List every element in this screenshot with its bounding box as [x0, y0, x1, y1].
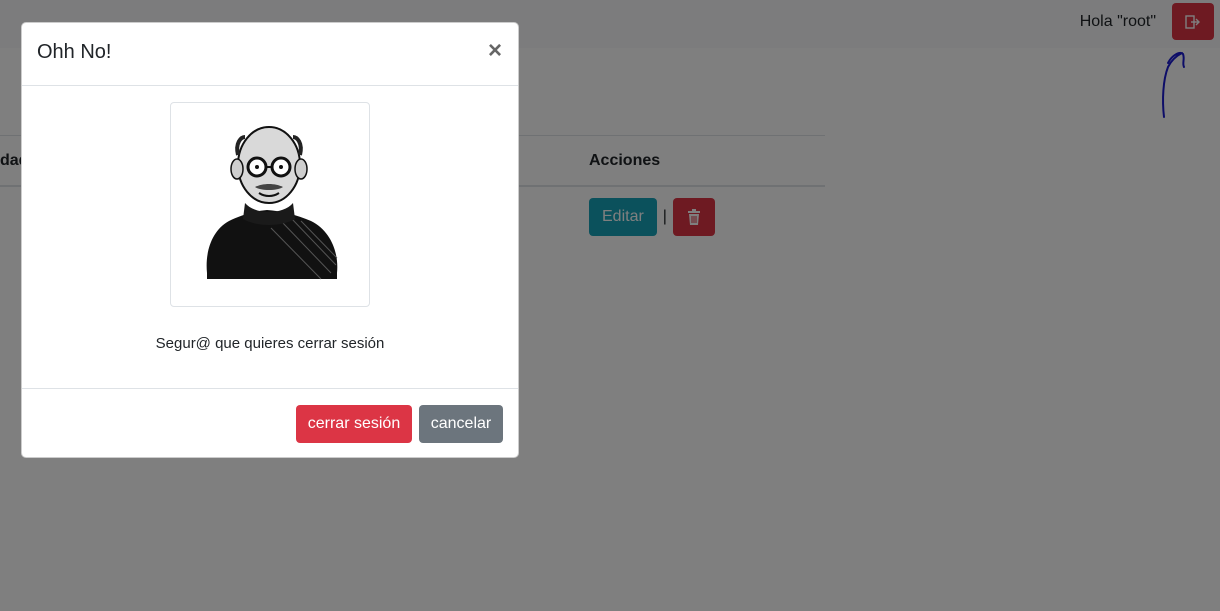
modal-title: Ohh No!	[37, 41, 112, 63]
modal-footer: cerrar sesión cancelar	[22, 389, 518, 459]
modal-header: Ohh No! ×	[22, 23, 518, 86]
avatar-image	[170, 102, 370, 307]
modal-body: Segur@ que quieres cerrar sesión	[22, 86, 518, 389]
modal-message: Segur@ que quieres cerrar sesión	[155, 335, 385, 352]
cancel-button[interactable]: cancelar	[419, 405, 503, 443]
confirm-logout-button[interactable]: cerrar sesión	[296, 405, 412, 443]
close-icon[interactable]: ×	[488, 39, 502, 63]
logout-modal: Ohh No! × Segur@ que quieres cerrar sesi…	[21, 22, 519, 458]
old-man-illustration	[206, 126, 338, 280]
